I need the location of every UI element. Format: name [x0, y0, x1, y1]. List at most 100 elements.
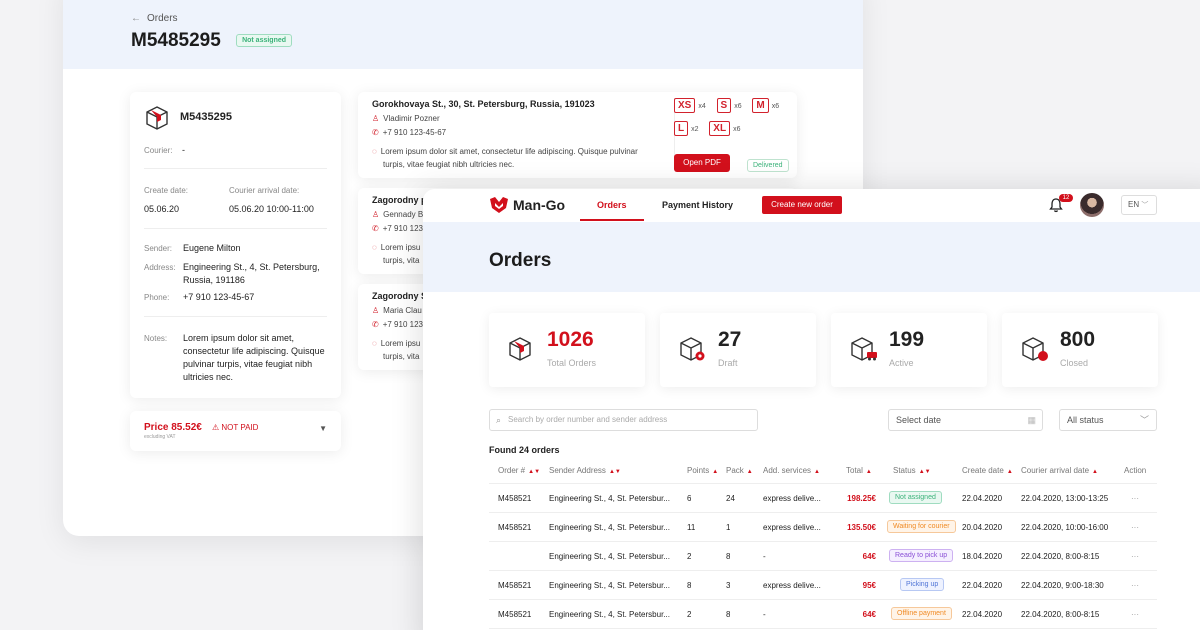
cell-sender: Engineering St., 4, St. Petersbur...	[549, 610, 670, 619]
status-badge: Not assigned	[236, 34, 293, 47]
nav-orders[interactable]: Orders	[597, 200, 627, 210]
size-tag: L	[674, 121, 689, 136]
col-label: Create date	[962, 466, 1004, 475]
divider	[144, 228, 327, 229]
cell-arrival: 22.04.2020, 8:00-8:15	[1021, 610, 1100, 619]
recipient-row: ♙ Maria Clau	[372, 306, 422, 315]
col-services[interactable]: Add. services ▲	[763, 466, 820, 475]
chevron-down-icon[interactable]: ▼	[319, 424, 327, 433]
divider	[144, 168, 327, 169]
search-input[interactable]: ⌕ Search by order number and sender addre…	[489, 409, 758, 431]
size-list: Lx2 XL x6	[674, 121, 740, 136]
cell-services: express delive...	[763, 581, 821, 590]
note-text: Lorem ipsum dolor sit amet, consectetur …	[380, 147, 638, 156]
recipient-phone: +7 910 123	[382, 320, 423, 329]
breadcrumb[interactable]: ← Orders	[131, 13, 178, 24]
package-gear-icon	[680, 337, 705, 361]
orders-table: Order # ▲▼ Sender Address ▲▼ Points ▲ Pack ▲…	[489, 462, 1157, 629]
cell-services: -	[763, 552, 766, 561]
size-tag: XL	[709, 121, 731, 136]
status-filter-select[interactable]: All status ﹀	[1059, 409, 1157, 431]
col-points[interactable]: Points ▲	[687, 466, 718, 475]
recipient-name: Maria Clau	[383, 306, 422, 315]
package-icon	[146, 106, 168, 130]
sort-icon: ▲	[865, 469, 872, 475]
table-row[interactable]: M458521 Engineering St., 4, St. Petersbu…	[489, 600, 1157, 629]
table-row[interactable]: M458521 Engineering St., 4, St. Petersbu…	[489, 484, 1157, 513]
user-icon: ♙	[372, 114, 380, 123]
brand-name: Man-Go	[513, 197, 566, 213]
more-icon[interactable]: ···	[1131, 610, 1139, 619]
delivery-point-card: Gorokhovaya St., 30, St. Petersburg, Rus…	[358, 92, 797, 178]
comment-icon: ◌	[372, 243, 377, 252]
table-row[interactable]: M458521 Engineering St., 4, St. Petersbu…	[489, 513, 1157, 542]
avatar[interactable]	[1080, 193, 1104, 217]
info-order-number: M5435295	[180, 111, 232, 123]
logo[interactable]: Man-Go	[489, 197, 565, 213]
cell-points: 8	[687, 581, 692, 590]
stat-label: Active	[889, 358, 914, 368]
more-icon[interactable]: ···	[1131, 552, 1139, 561]
price-card[interactable]: Price 85.52€ excluding VAT ⚠ NOT PAID ▼	[130, 411, 341, 451]
status-badge: Not assigned	[889, 491, 942, 504]
cell-pack: 8	[726, 552, 731, 561]
cell-services: -	[763, 610, 766, 619]
cell-total: 64€	[862, 610, 876, 619]
col-sender[interactable]: Sender Address ▲▼	[549, 466, 621, 475]
warning-icon: ⚠	[212, 423, 220, 432]
address-label: Address:	[144, 263, 176, 272]
cell-status: Picking up	[900, 578, 945, 591]
col-total[interactable]: Total ▲	[846, 466, 872, 475]
note-row-2: turpis, vita	[383, 352, 420, 361]
nav-payment-history[interactable]: Payment History	[662, 200, 733, 210]
table-row[interactable]: M458521 Engineering St., 4, St. Petersbu…	[489, 571, 1157, 600]
stat-label: Total Orders	[547, 358, 597, 368]
col-label: Add. services	[763, 466, 812, 475]
cell-create: 22.04.2020	[962, 581, 1003, 590]
col-order[interactable]: Order # ▲▼	[498, 466, 540, 475]
phone-icon: ✆	[372, 224, 379, 233]
more-icon[interactable]: ···	[1131, 581, 1139, 590]
stat-value: 1026	[547, 328, 594, 351]
size-tag: M	[752, 98, 769, 113]
create-date: 05.06.20	[144, 204, 180, 214]
price-value: Price 85.52€	[144, 422, 202, 433]
language-select[interactable]: EN ﹀	[1121, 195, 1157, 215]
more-icon[interactable]: ···	[1131, 494, 1139, 503]
col-create[interactable]: Create date ▲	[962, 466, 1013, 475]
notes-line: ultricies nec.	[183, 372, 234, 382]
more-icon[interactable]: ···	[1131, 523, 1139, 532]
size-qty: x6	[734, 103, 742, 110]
comment-icon: ◌	[372, 147, 377, 156]
create-order-button[interactable]: Create new order	[762, 196, 842, 214]
courier-label: Courier:	[144, 146, 173, 155]
cell-order: M458521	[498, 581, 532, 590]
page-title: M5485295 Not assigned	[131, 30, 293, 52]
phone-icon: ✆	[372, 320, 379, 329]
date-picker[interactable]: Select date ▦	[888, 409, 1043, 431]
status-badge: Offline payment	[891, 607, 952, 620]
open-pdf-button[interactable]: Open PDF	[674, 154, 730, 172]
table-row[interactable]: Engineering St., 4, St. Petersbur... 2 8…	[489, 542, 1157, 571]
col-status[interactable]: Status ▲▼	[893, 466, 931, 475]
cell-total: 64€	[862, 552, 876, 561]
divider	[144, 316, 327, 317]
cell-arrival: 22.04.2020, 8:00-8:15	[1021, 552, 1100, 561]
top-nav: Man-Go Orders Payment History Create new…	[423, 189, 1200, 222]
sort-icon: ▲	[746, 469, 753, 475]
phone-value: +7 910 123-45-67	[183, 292, 255, 302]
create-date-label: Create date:	[144, 186, 189, 195]
cell-points: 6	[687, 494, 692, 503]
col-arrival[interactable]: Courier arrival date ▲	[1021, 466, 1098, 475]
col-pack[interactable]: Pack ▲	[726, 466, 753, 475]
package-truck-icon	[851, 337, 877, 361]
status-filter-value: All status	[1067, 415, 1104, 425]
delivery-address: Zagorodny S	[372, 291, 428, 301]
cell-pack: 24	[726, 494, 735, 503]
arrow-left-icon[interactable]: ←	[131, 13, 141, 24]
stat-value: 800	[1060, 328, 1096, 351]
address-line2: Russia, 191186	[183, 275, 245, 285]
breadcrumb-orders[interactable]: Orders	[147, 13, 178, 24]
status-badge: Waiting for courier	[887, 520, 956, 533]
stat-closed: 800 Closed	[1002, 313, 1158, 387]
